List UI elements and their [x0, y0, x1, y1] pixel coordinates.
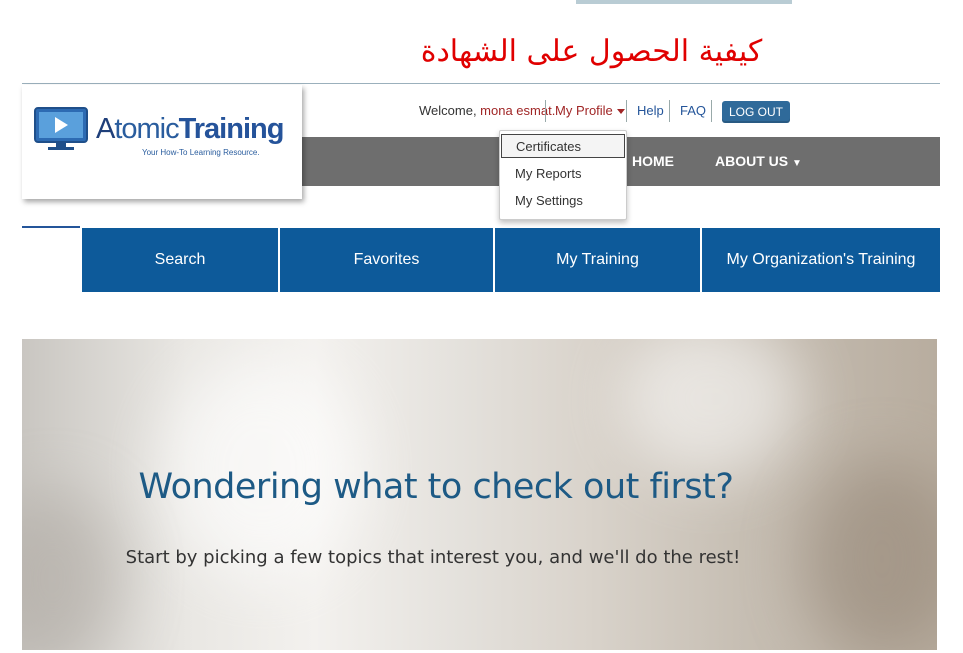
profile-dropdown: Certificates My Reports My Settings — [499, 130, 627, 220]
tab-my-training[interactable]: My Training — [495, 228, 700, 292]
welcome-text: Welcome, mona esmat. — [419, 103, 556, 118]
my-profile-menu[interactable]: My Profile — [555, 103, 625, 123]
nav-about-us[interactable]: ABOUT US ▼ — [715, 153, 802, 169]
menu-item-my-settings[interactable]: My Settings — [501, 189, 625, 213]
hero-title: Wondering what to check out first? — [138, 467, 734, 507]
divider — [545, 100, 546, 122]
divider — [626, 100, 627, 122]
top-decoration-bar — [576, 0, 792, 4]
logo-wordmark: AtomicTraining — [96, 113, 284, 145]
header-divider — [22, 83, 940, 84]
tab-accent-line — [22, 226, 80, 228]
caret-down-icon — [616, 109, 625, 115]
tab-search[interactable]: Search — [82, 228, 278, 292]
hero-banner: Wondering what to check out first? Start… — [22, 339, 937, 650]
menu-item-certificates[interactable]: Certificates — [501, 134, 625, 158]
divider — [669, 100, 670, 122]
menu-item-my-reports[interactable]: My Reports — [501, 162, 625, 186]
nav-home[interactable]: HOME — [632, 153, 674, 169]
site-logo[interactable]: AtomicTraining Your How-To Learning Reso… — [22, 85, 302, 199]
tab-my-organizations-training[interactable]: My Organization's Training — [702, 228, 940, 292]
logout-button[interactable]: LOG OUT — [722, 101, 790, 123]
divider — [711, 100, 712, 122]
logo-tagline: Your How-To Learning Resource. — [142, 148, 260, 157]
hero-subtitle: Start by picking a few topics that inter… — [125, 547, 741, 568]
tab-favorites[interactable]: Favorites — [280, 228, 493, 292]
tab-bar: Search Favorites My Training My Organiza… — [82, 228, 940, 292]
help-link[interactable]: Help — [637, 103, 664, 123]
caret-down-icon: ▼ — [792, 158, 802, 169]
faq-link[interactable]: FAQ — [680, 103, 706, 123]
hero-blur — [22, 489, 122, 650]
hero-blur — [622, 339, 802, 479]
monitor-play-icon — [34, 107, 88, 150]
slide-title: كيفية الحصول على الشهادة — [420, 34, 763, 69]
